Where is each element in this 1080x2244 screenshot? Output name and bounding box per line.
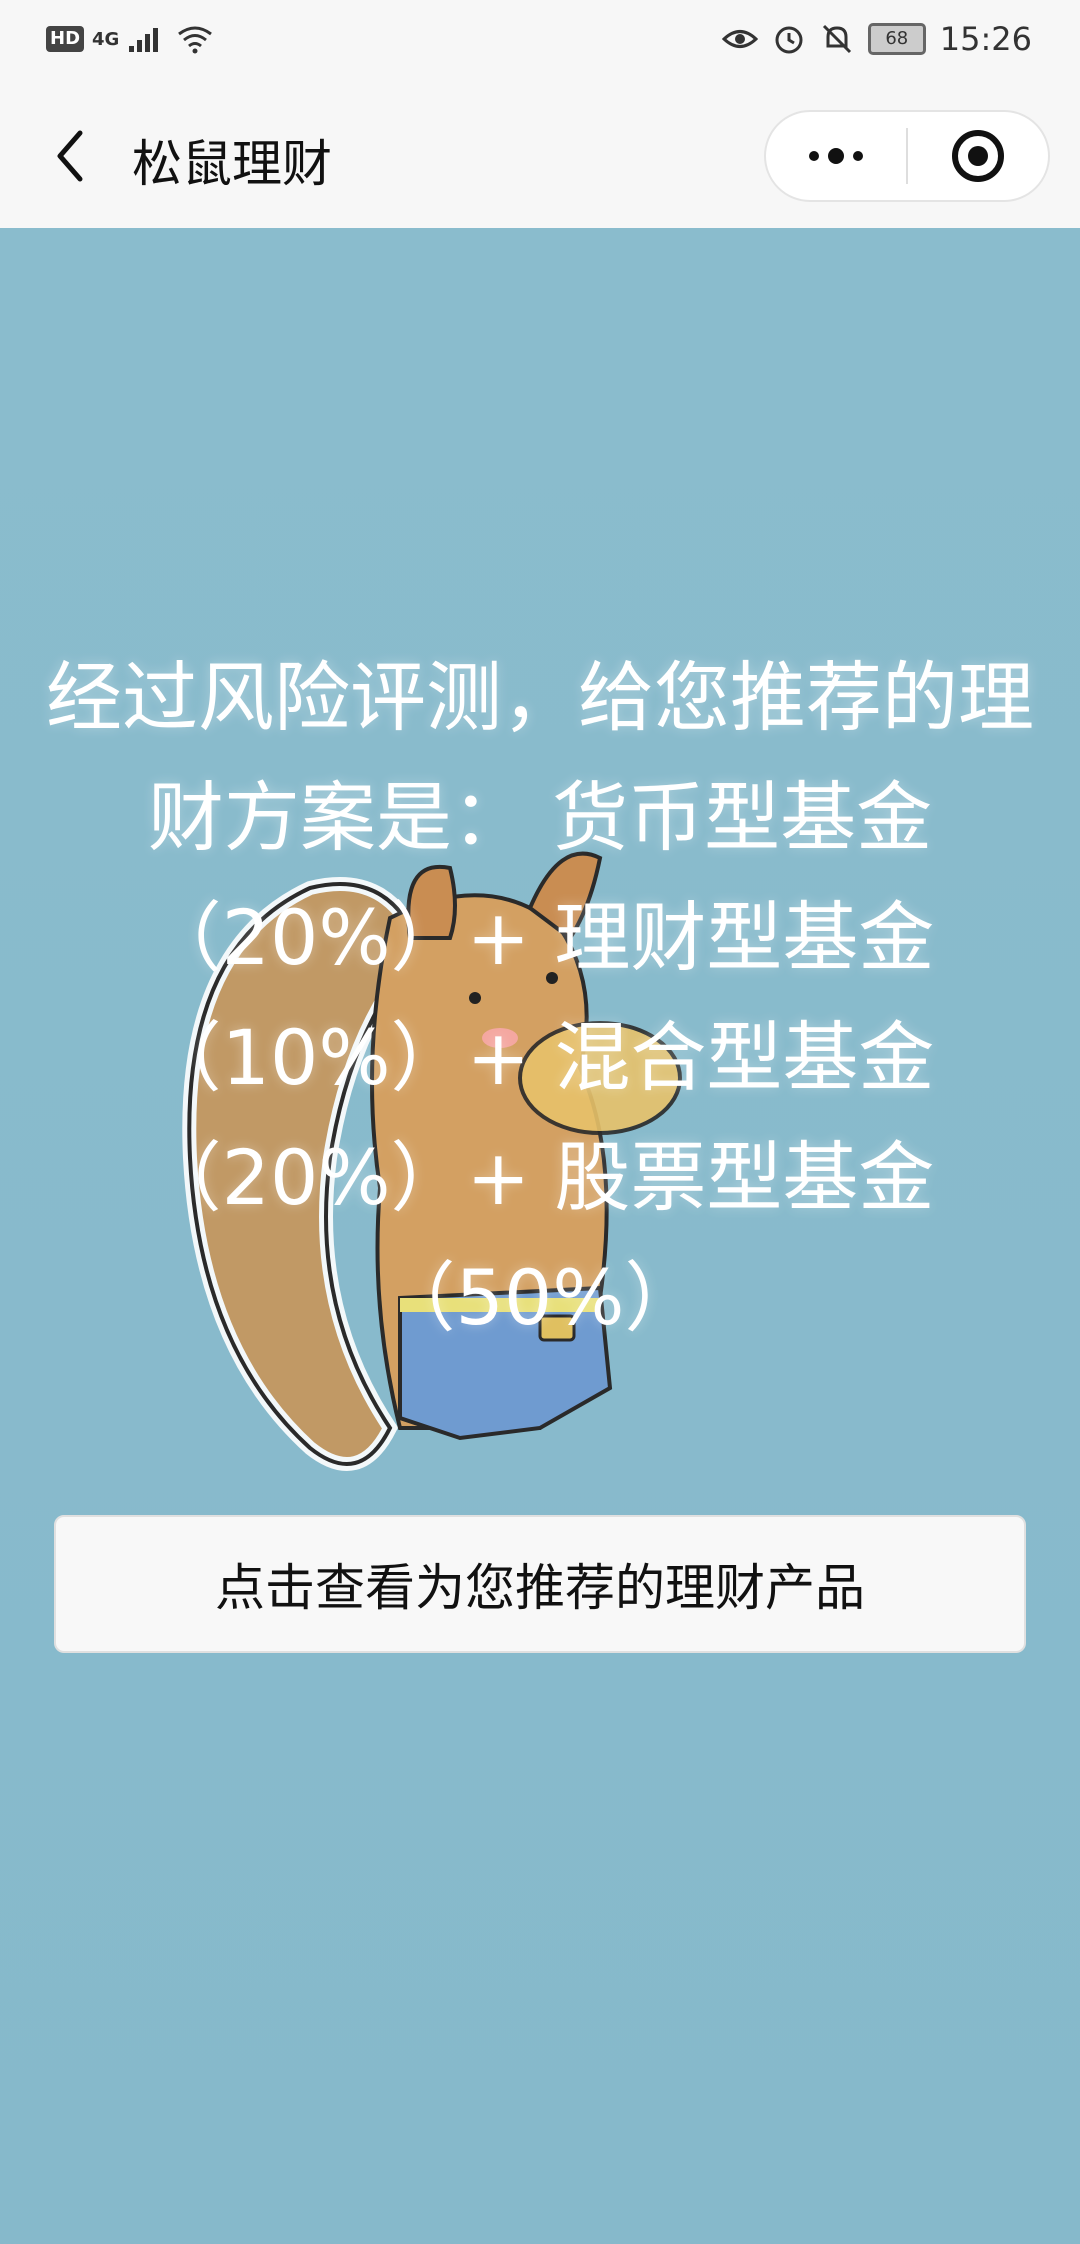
more-dots-icon: [809, 148, 863, 164]
more-button[interactable]: [766, 112, 906, 200]
eye-icon: [721, 30, 758, 48]
signal-icon: [129, 28, 159, 52]
back-button[interactable]: [40, 126, 100, 186]
chevron-left-icon: [57, 130, 83, 182]
navigation-bar: 松鼠理财: [0, 86, 1080, 228]
miniprogram-capsule: [764, 110, 1050, 202]
clock: 15:26: [939, 20, 1032, 58]
main-content: 经过风险评测，给您推荐的理财方案是： 货币型基金（20%）+ 理财型基金（10%…: [0, 228, 1080, 2244]
view-products-button[interactable]: 点击查看为您推荐的理财产品: [54, 1515, 1026, 1653]
wifi-icon: [178, 26, 213, 54]
close-button[interactable]: [908, 112, 1048, 200]
mute-bell-icon: [822, 24, 851, 54]
hd-badge: HD: [46, 26, 85, 52]
status-left: HD 4G: [46, 24, 215, 54]
network-type: 4G: [92, 28, 120, 50]
alarm-icon: [775, 26, 803, 54]
status-bar: HD 4G 68 15:26: [0, 0, 1080, 86]
close-target-icon: [951, 130, 1004, 182]
recommendation-text: 经过风险评测，给您推荐的理财方案是： 货币型基金（20%）+ 理财型基金（10%…: [46, 653, 1034, 1342]
page-title: 松鼠理财: [132, 135, 332, 193]
status-right: 68 15:26: [721, 20, 1032, 58]
battery-indicator: 68: [867, 23, 926, 55]
